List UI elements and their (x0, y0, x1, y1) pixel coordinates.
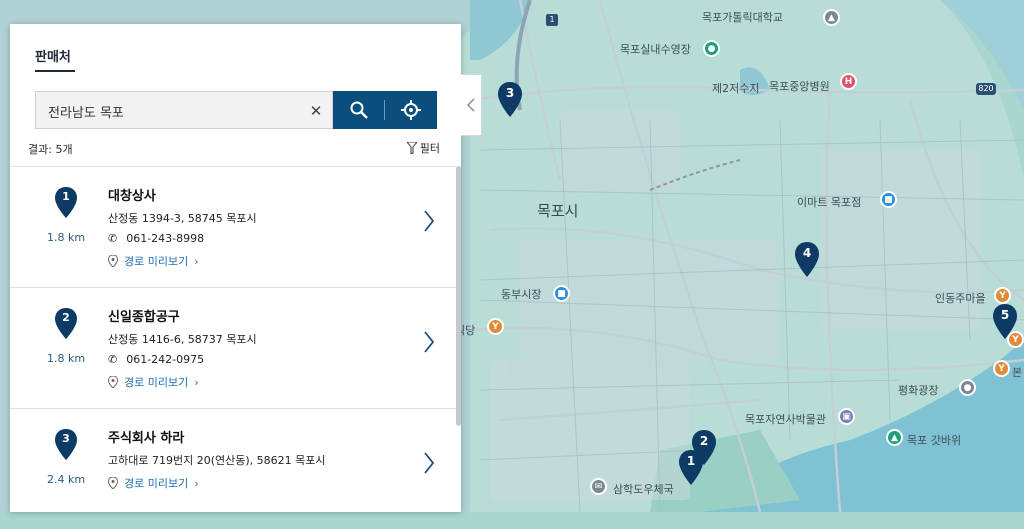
map-label-reservoir: 제2저수지 (712, 82, 760, 95)
map-label-bon: 본 (1012, 366, 1023, 379)
map-label-emart: 이마트 목포점 (797, 196, 862, 209)
collapse-panel-button[interactable] (461, 74, 482, 136)
route-preview-link[interactable]: 경로 미리보기 › (108, 253, 199, 269)
list-pin-icon: 1 (54, 187, 78, 219)
restaurant-poi-icon-2[interactable]: Y (994, 287, 1011, 304)
search-box: ✕ (35, 91, 333, 129)
filter-icon (406, 142, 417, 154)
search-icon (350, 101, 368, 119)
map-label-pool: 목포실내수영장 (620, 43, 691, 56)
map-pin-4[interactable]: 4 (794, 242, 820, 278)
map-label-city: 목포시 (537, 202, 579, 220)
map-label-gatbawi: 목포 갓바위 (907, 434, 962, 447)
map-pin-1[interactable]: 1 (678, 450, 704, 486)
dealer-address: 산정동 1394-3, 58745 목포시 (108, 212, 257, 225)
tab-underline (35, 70, 75, 72)
dealer-address: 산정동 1416-6, 58737 목포시 (108, 333, 257, 346)
dealer-address: 고하대로 719번지 20(연산동), 58621 목포시 (108, 454, 326, 467)
locate-button[interactable] (385, 91, 437, 129)
route-preview-link[interactable]: 경로 미리보기 › (108, 475, 199, 491)
chevron-right-icon[interactable] (422, 451, 436, 475)
dealer-name: 주식회사 하라 (108, 431, 185, 446)
post-office-poi-icon[interactable]: ✉ (590, 478, 607, 495)
emart-poi-icon[interactable]: ■ (880, 191, 897, 208)
pool-poi-icon[interactable]: ● (703, 40, 720, 57)
map-label-plaza: 평화광장 (898, 384, 939, 397)
distance: 1.8 km (46, 231, 86, 244)
plaza-poi-icon[interactable]: ● (959, 379, 976, 396)
location-pin-icon (108, 376, 118, 388)
map-label-university: 목포가톨릭대학교 (702, 11, 783, 24)
hospital-poi-icon[interactable]: H (840, 73, 857, 90)
filter-button[interactable]: 필터 (406, 140, 440, 156)
route-preview-link[interactable]: 경로 미리보기 › (108, 374, 199, 390)
restaurant-poi-icon[interactable]: Y (487, 318, 504, 335)
distance: 2.4 km (46, 473, 86, 486)
list-item[interactable]: 3 2.4 km 주식회사 하라 고하대로 719번지 20(연산동), 586… (10, 408, 456, 529)
phone-icon: ✆ (108, 232, 118, 245)
search-button[interactable] (333, 91, 385, 129)
search-input[interactable] (48, 101, 288, 121)
list-pin-icon: 2 (54, 308, 78, 340)
map-label-market: 동부시장 (501, 288, 542, 301)
distance: 1.8 km (46, 352, 86, 365)
gatbawi-poi-icon[interactable]: ▲ (886, 429, 903, 446)
map-label-indong: 인동주마을 (935, 292, 986, 305)
chevron-right-icon[interactable] (422, 330, 436, 354)
dealer-panel: 판매처 ✕ (10, 24, 461, 512)
chevron-right-icon: › (194, 375, 199, 389)
map-pin-3[interactable]: 3 (497, 82, 523, 118)
results-count: 결과: 5개 (28, 143, 73, 156)
chevron-right-icon: › (194, 254, 199, 268)
map-pin-5[interactable]: 5 (992, 304, 1018, 340)
close-icon[interactable]: ✕ (306, 101, 326, 121)
search-bar: ✕ (35, 91, 437, 129)
list-item[interactable]: 1 1.8 km 대창상사 산정동 1394-3, 58745 목포시 ✆ 06… (10, 166, 456, 287)
chevron-left-icon (467, 98, 475, 112)
university-poi-icon[interactable]: ▲ (823, 9, 840, 26)
location-pin-icon (108, 477, 118, 489)
scrollbar[interactable] (456, 166, 461, 426)
phone-icon: ✆ (108, 353, 118, 366)
search-button-group (333, 91, 437, 129)
tab-dealers[interactable]: 판매처 (35, 46, 71, 65)
museum-poi-icon[interactable]: ▣ (838, 408, 855, 425)
market-poi-icon[interactable]: ■ (553, 285, 570, 302)
list-pin-icon: 3 (54, 429, 78, 461)
dealer-name: 신일종합공구 (108, 310, 180, 325)
chevron-right-icon[interactable] (422, 209, 436, 233)
dealer-name: 대창상사 (108, 189, 156, 204)
location-pin-icon (108, 255, 118, 267)
crosshair-icon (401, 100, 421, 120)
road-number-badge: 1 (546, 14, 558, 26)
chevron-right-icon: › (194, 476, 199, 490)
route-badge: 820 (976, 83, 996, 95)
map-label-post-office: 삼학도우체국 (613, 483, 674, 496)
dealer-phone: ✆ 061-242-0975 (108, 353, 205, 366)
filter-label: 필터 (419, 142, 440, 155)
restaurant-poi-icon-3[interactable]: Y (993, 360, 1010, 377)
dealer-phone: ✆ 061-243-8998 (108, 232, 205, 245)
map-label-hospital: 목포중앙병원 (769, 80, 830, 93)
list-item[interactable]: 2 1.8 km 신일종합공구 산정동 1416-6, 58737 목포시 ✆ … (10, 287, 456, 408)
map-label-museum: 목포자연사박물관 (745, 413, 826, 426)
